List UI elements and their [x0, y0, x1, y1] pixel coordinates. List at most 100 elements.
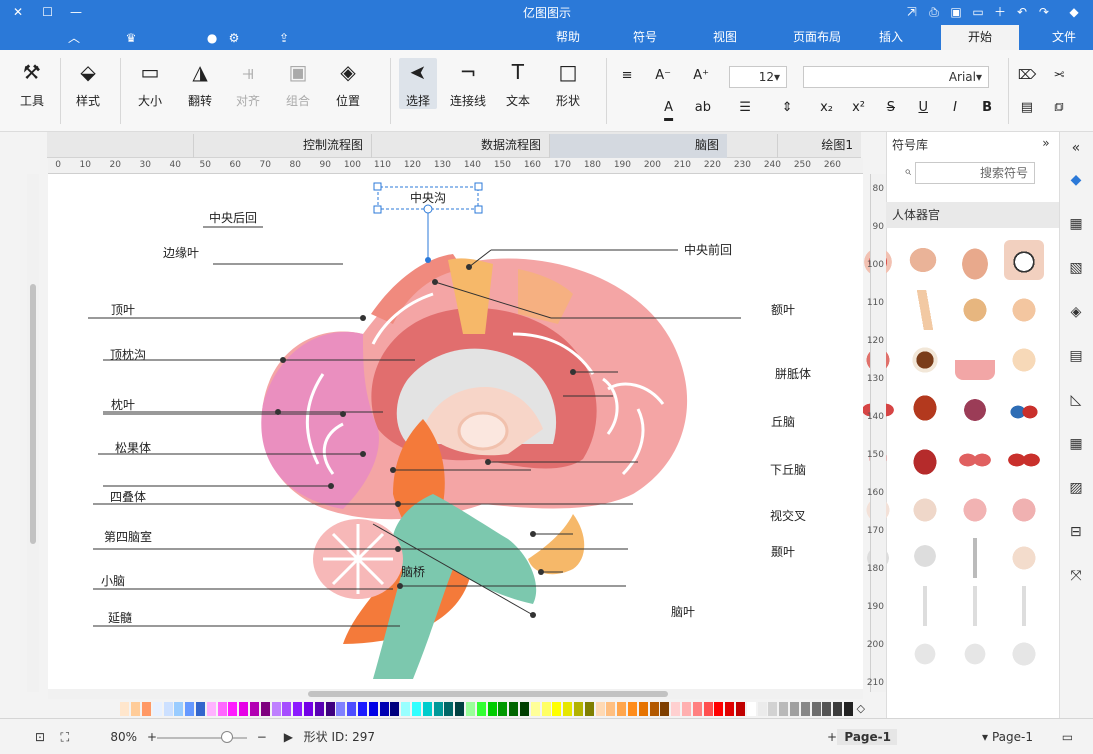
label-thalamus[interactable]: 丘脑 — [771, 415, 795, 429]
color-swatch[interactable] — [671, 702, 681, 716]
copy-icon[interactable]: ⧉ — [1049, 98, 1069, 118]
color-swatch[interactable] — [217, 702, 227, 716]
color-swatch[interactable] — [455, 702, 465, 716]
color-swatch[interactable] — [509, 702, 519, 716]
superscript-icon[interactable]: x² — [849, 98, 869, 118]
color-swatch[interactable] — [628, 702, 637, 716]
play-icon[interactable]: ◀ — [275, 729, 293, 745]
grow-font-icon[interactable]: A⁺ — [691, 66, 711, 86]
color-swatch[interactable] — [584, 702, 594, 716]
color-swatch[interactable] — [466, 702, 475, 716]
pelvis-symbol-icon[interactable] — [905, 490, 945, 530]
bone-symbol-icon[interactable] — [1004, 586, 1044, 626]
color-swatch[interactable] — [476, 702, 486, 716]
color-swatch[interactable] — [379, 702, 389, 716]
underline-icon[interactable]: U — [913, 98, 933, 118]
shrink-font-icon[interactable]: A⁻ — [653, 66, 673, 86]
style-button[interactable]: ⬙ 样式 — [69, 58, 107, 109]
font-size-select[interactable]: 12 ▾ — [729, 66, 787, 88]
color-swatch[interactable] — [163, 702, 173, 716]
color-swatch[interactable] — [779, 702, 789, 716]
color-swatch[interactable] — [185, 702, 195, 716]
color-swatch[interactable] — [800, 702, 810, 716]
label-precentral-gyrus[interactable]: 中央前回 — [684, 242, 732, 257]
color-swatch[interactable] — [206, 702, 216, 716]
zoom-in-icon[interactable]: + — [143, 729, 157, 745]
tooth-symbol-icon[interactable] — [905, 340, 945, 380]
connector-button[interactable]: ⌐ 连接线 — [449, 58, 487, 109]
color-swatch[interactable] — [746, 702, 756, 716]
lungs-red-symbol-icon[interactable] — [1004, 440, 1044, 480]
maximize-icon[interactable]: ☐ — [39, 3, 57, 21]
layout-panel-icon[interactable]: ▦ — [1066, 214, 1086, 234]
color-swatch[interactable] — [422, 702, 432, 716]
bold-icon[interactable]: B — [977, 98, 997, 118]
line-spacing-icon[interactable]: ⇕ — [777, 98, 797, 118]
hand-symbol-icon[interactable] — [955, 634, 995, 674]
expand-panel-icon[interactable]: » — [1066, 138, 1086, 158]
share-icon[interactable]: ⇪ — [275, 29, 293, 47]
color-swatch[interactable] — [325, 702, 335, 716]
color-swatch[interactable] — [120, 702, 130, 716]
color-swatch[interactable] — [498, 702, 508, 716]
page-selector[interactable]: Page-1 ▾ — [913, 729, 1033, 745]
color-swatch[interactable] — [358, 702, 367, 716]
align-text-icon[interactable]: ≡ — [617, 66, 637, 86]
label-cerebellum[interactable]: 小脑 — [101, 574, 125, 588]
color-swatch[interactable] — [768, 702, 778, 716]
label-hypothalamus[interactable]: 下丘脑 — [770, 463, 806, 477]
page-tab[interactable]: Page-1 — [837, 729, 897, 745]
color-swatch[interactable] — [304, 702, 313, 716]
skull-symbol-icon[interactable] — [905, 538, 945, 578]
color-swatch[interactable] — [595, 702, 605, 716]
settings-icon[interactable]: ⚙ — [225, 29, 243, 47]
print-icon[interactable]: ⎙ — [925, 3, 943, 21]
zoom-out-icon[interactable]: − — [253, 729, 267, 745]
color-swatch[interactable] — [638, 702, 648, 716]
tab-insert[interactable]: 插入 — [861, 25, 921, 50]
category-header[interactable]: 人体器官 — [886, 202, 1059, 228]
open-icon[interactable]: ▭ — [969, 3, 987, 21]
align-button[interactable]: ⫦ 对齐 — [229, 58, 267, 109]
color-swatch[interactable] — [563, 702, 573, 716]
color-swatch[interactable] — [152, 702, 162, 716]
color-swatch[interactable] — [433, 702, 443, 716]
brain-top-symbol-icon[interactable] — [1004, 538, 1044, 578]
subscript-icon[interactable]: x₂ — [817, 98, 837, 118]
color-swatch[interactable] — [714, 702, 724, 716]
color-swatch[interactable] — [250, 702, 259, 716]
vertical-scrollbar[interactable] — [27, 174, 39, 692]
pelvis-bone-symbol-icon[interactable] — [1004, 634, 1044, 674]
teeth-symbol-icon[interactable] — [955, 340, 995, 380]
hierarchy-panel-icon[interactable]: ▧ — [1066, 478, 1086, 498]
nose-symbol-icon[interactable] — [955, 240, 995, 280]
image-panel-icon[interactable]: ▨ — [1066, 258, 1086, 278]
color-swatch[interactable] — [174, 702, 184, 716]
color-swatch[interactable] — [703, 702, 713, 716]
tab-brain-diagram[interactable]: 脑图 — [549, 134, 727, 158]
color-swatch[interactable] — [736, 702, 745, 716]
tab-home[interactable]: 开始 — [941, 25, 1019, 50]
cut-icon[interactable]: ✂ — [1049, 66, 1069, 86]
undo-icon[interactable]: ↶ — [1035, 3, 1053, 21]
horizontal-scrollbar[interactable] — [48, 689, 863, 699]
label-pons[interactable]: 脑桥 — [401, 565, 425, 579]
color-swatch[interactable] — [790, 702, 799, 716]
redo-icon[interactable]: ↷ — [1013, 3, 1031, 21]
font-family-select[interactable]: Arial ▾ — [803, 66, 989, 88]
color-swatch[interactable] — [347, 702, 357, 716]
color-swatch[interactable] — [725, 702, 735, 716]
label-corpus-callosum[interactable]: 胼胝体 — [775, 366, 811, 381]
color-swatch[interactable] — [401, 702, 411, 716]
chevron-up-icon[interactable]: ︿ — [65, 29, 83, 47]
italic-icon[interactable]: I — [945, 98, 965, 118]
color-swatch[interactable] — [552, 702, 562, 716]
intestine-symbol-icon[interactable] — [955, 490, 995, 530]
tab-symbol[interactable]: 符号 — [615, 25, 675, 50]
color-swatch[interactable] — [260, 702, 270, 716]
color-swatch[interactable] — [574, 702, 583, 716]
group-button[interactable]: ▣ 组合 — [279, 58, 317, 109]
color-swatch[interactable] — [293, 702, 303, 716]
color-swatch[interactable] — [444, 702, 454, 716]
collapse-panel-icon[interactable]: « — [1037, 136, 1055, 154]
